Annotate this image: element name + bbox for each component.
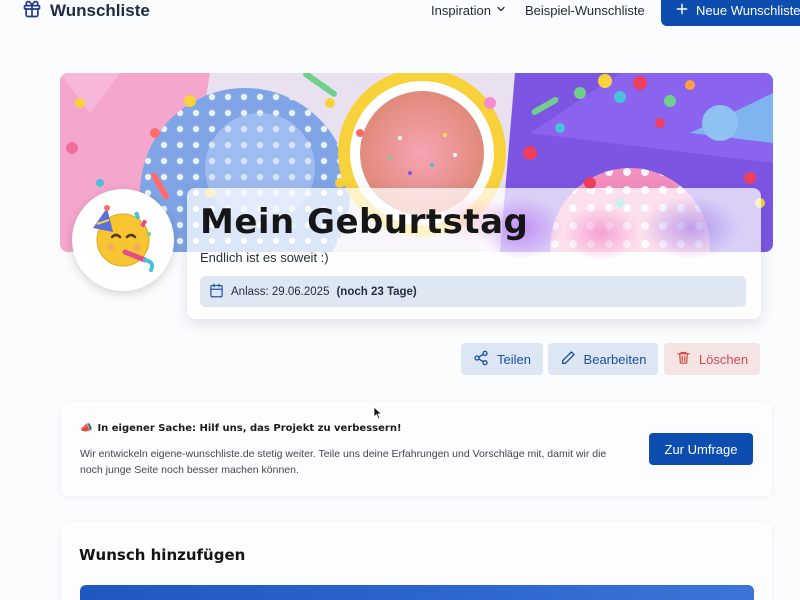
list-subtitle: Endlich ist es soweit :) (200, 250, 329, 265)
new-list-label: Neue Wunschliste (696, 2, 800, 18)
nav-inspiration-dropdown[interactable]: Inspiration (431, 3, 507, 18)
brand[interactable]: Wunschliste (22, 0, 150, 22)
share-label: Teilen (497, 351, 531, 367)
gift-icon (22, 0, 42, 24)
megaphone-icon: 📣 (80, 423, 93, 434)
page: Wunschliste Inspiration Beispiel-Wunschl… (0, 0, 800, 600)
survey-text: Wir entwickeln eigene-wunschliste.de ste… (80, 448, 607, 476)
add-wish-title: Wunsch hinzufügen (79, 546, 246, 564)
list-title: Mein Geburtstag (200, 202, 529, 242)
nav-example-list-link[interactable]: Beispiel-Wunschliste (525, 3, 645, 18)
nav-inspiration-label: Inspiration (431, 3, 491, 18)
edit-label: Bearbeiten (583, 351, 647, 367)
share-button[interactable]: Teilen (461, 343, 543, 375)
brand-title: Wunschliste (50, 1, 150, 20)
survey-button[interactable]: Zur Umfrage (649, 433, 753, 465)
list-info-card: Mein Geburtstag Endlich ist es soweit :)… (187, 188, 761, 319)
occasion-countdown: (noch 23 Tage) (336, 285, 417, 298)
delete-button[interactable]: Löschen (664, 343, 760, 375)
edit-button[interactable]: Bearbeiten (548, 343, 658, 375)
add-wish-input-area[interactable] (80, 585, 754, 600)
cursor-icon (373, 406, 383, 425)
plus-icon (675, 2, 689, 19)
delete-label: Löschen (698, 351, 749, 367)
new-list-button[interactable]: Neue Wunschliste (661, 0, 800, 26)
survey-card: 📣 In eigener Sache: Hilf uns, das Projek… (61, 402, 772, 496)
calendar-icon (209, 283, 224, 301)
chevron-down-icon (495, 3, 507, 18)
top-navigation: Wunschliste Inspiration Beispiel-Wunschl… (0, 0, 800, 28)
survey-heading-row: 📣 In eigener Sache: Hilf uns, das Projek… (80, 423, 402, 434)
occasion-badge: Anlass: 29.06.2025 (noch 23 Tage) (200, 276, 746, 307)
avatar (72, 189, 174, 291)
share-icon (473, 350, 489, 369)
occasion-date: Anlass: 29.06.2025 (231, 285, 330, 298)
pencil-icon (560, 350, 576, 369)
party-face-icon (87, 202, 159, 279)
add-wish-section: Wunsch hinzufügen (61, 522, 772, 600)
trash-icon (676, 350, 691, 368)
survey-heading: In eigener Sache: Hilf uns, das Projekt … (97, 423, 402, 434)
